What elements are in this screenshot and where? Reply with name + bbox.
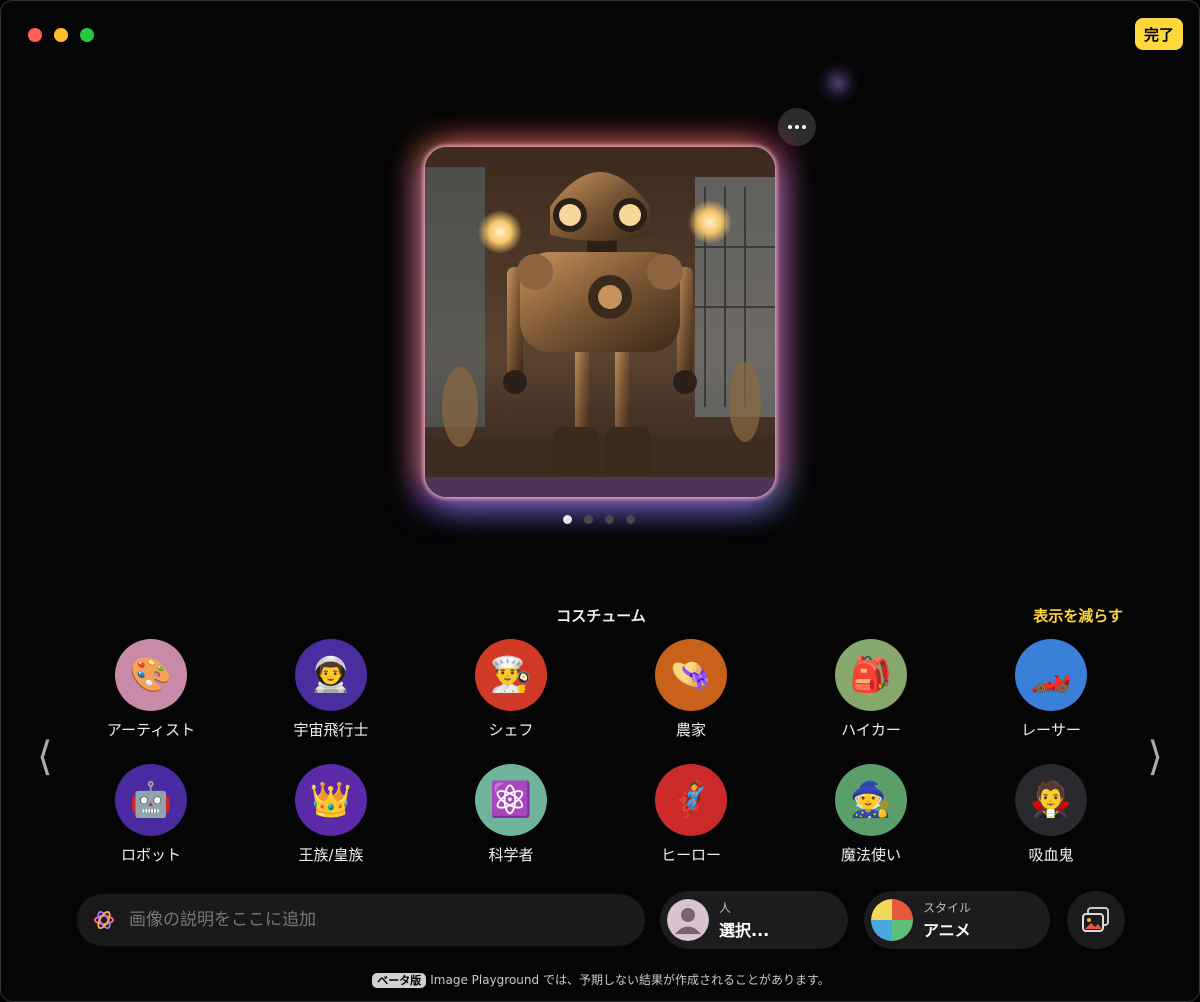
photos-icon <box>1082 907 1109 932</box>
style-pill-value: アニメ <box>923 921 971 940</box>
costume-icon: 🏎️ <box>1015 639 1087 711</box>
costume-tile[interactable]: 👑 王族/皇族 <box>241 764 421 889</box>
costume-label: 王族/皇族 <box>298 846 364 864</box>
style-ball-icon <box>871 899 913 941</box>
costume-icon: 👑 <box>295 764 367 836</box>
costume-tile[interactable]: 🧙 魔法使い <box>781 764 961 889</box>
page-dot[interactable] <box>563 515 572 524</box>
robot-image <box>425 147 775 497</box>
beta-badge: ベータ版 <box>372 973 427 988</box>
costume-label: 科学者 <box>488 846 534 864</box>
zoom-window-button[interactable] <box>80 28 94 42</box>
costume-tile[interactable]: 🦸 ヒーロー <box>601 764 781 889</box>
costume-grid: 🎨 アーティスト 👨‍🚀 宇宙飛行士 👨‍🍳 シェフ 👒 農家 🎒 ハイカー 🏎️ レーサー 🤖 ロボット… <box>61 639 1141 889</box>
costume-icon: 👨‍🍳 <box>475 639 547 711</box>
prompt-input[interactable] <box>127 909 625 931</box>
costume-tile[interactable]: 🎒 ハイカー <box>781 639 961 764</box>
costume-icon: 👒 <box>655 639 727 711</box>
app-window: 完了 <box>0 0 1200 1002</box>
person-select-button[interactable]: 人 選択... <box>660 891 848 949</box>
costume-icon: 🧛 <box>1015 764 1087 836</box>
minimize-window-button[interactable] <box>54 28 68 42</box>
costume-tile[interactable]: 👨‍🚀 宇宙飛行士 <box>241 639 421 764</box>
costume-label: 吸血鬼 <box>1028 846 1074 864</box>
ellipsis-icon <box>788 125 792 129</box>
costume-tile[interactable]: 👨‍🍳 シェフ <box>421 639 601 764</box>
costume-label: 宇宙飛行士 <box>293 721 369 739</box>
costume-label: 魔法使い <box>840 846 901 864</box>
footer-disclaimer: ベータ版 Image Playground では、予期しない結果が作成されることが… <box>1 971 1199 988</box>
costume-icon: 🎨 <box>115 639 187 711</box>
costume-tile[interactable]: 🧛 吸血鬼 <box>961 764 1141 889</box>
gallery-button[interactable] <box>1067 891 1125 949</box>
costume-label: シェフ <box>488 721 534 739</box>
costume-label: ロボット <box>120 846 181 864</box>
prompt-field[interactable] <box>77 894 645 946</box>
costume-label: レーサー <box>1021 721 1081 739</box>
costume-icon: ⚛️ <box>475 764 547 836</box>
disclaimer-text: Image Playground では、予期しない結果が作成されることがあります… <box>430 973 830 987</box>
style-select-button[interactable]: スタイル アニメ <box>864 891 1050 949</box>
page-dot[interactable] <box>626 515 635 524</box>
style-pill-caption: スタイル <box>923 901 972 915</box>
show-less-button[interactable]: 表示を減らす <box>1033 605 1123 626</box>
costume-label: ハイカー <box>841 721 901 739</box>
section-title: コスチューム <box>556 607 646 625</box>
person-pill-value: 選択... <box>719 921 770 940</box>
costume-label: ヒーロー <box>660 846 721 864</box>
person-pill-caption: 人 <box>719 901 732 915</box>
costume-tile[interactable]: 🤖 ロボット <box>61 764 241 889</box>
costume-icon: 🦸 <box>655 764 727 836</box>
costume-tile[interactable]: ⚛️ 科学者 <box>421 764 601 889</box>
costume-label: アーティスト <box>106 721 196 739</box>
glow-orb-decoration <box>816 61 860 105</box>
page-dot[interactable] <box>605 515 614 524</box>
close-window-button[interactable] <box>28 28 42 42</box>
costume-icon: 🧙 <box>835 764 907 836</box>
chevron-left-icon[interactable]: ⟨ <box>37 733 53 781</box>
costume-icon: 🤖 <box>115 764 187 836</box>
costume-icon: 👨‍🚀 <box>295 639 367 711</box>
costume-tile[interactable]: 🏎️ レーサー <box>961 639 1141 764</box>
more-options-button[interactable] <box>778 108 816 146</box>
costume-tile[interactable]: 🎨 アーティスト <box>61 639 241 764</box>
generated-image[interactable] <box>425 147 775 497</box>
chevron-right-icon[interactable]: ⟩ <box>1147 733 1163 781</box>
costume-icon: 🎒 <box>835 639 907 711</box>
page-dot[interactable] <box>584 515 593 524</box>
person-avatar-icon <box>667 899 709 941</box>
done-button[interactable]: 完了 <box>1135 18 1183 50</box>
image-pager <box>563 515 635 524</box>
costume-label: 農家 <box>675 721 706 739</box>
prompt-sparkle-icon <box>94 911 114 929</box>
costume-tile[interactable]: 👒 農家 <box>601 639 781 764</box>
